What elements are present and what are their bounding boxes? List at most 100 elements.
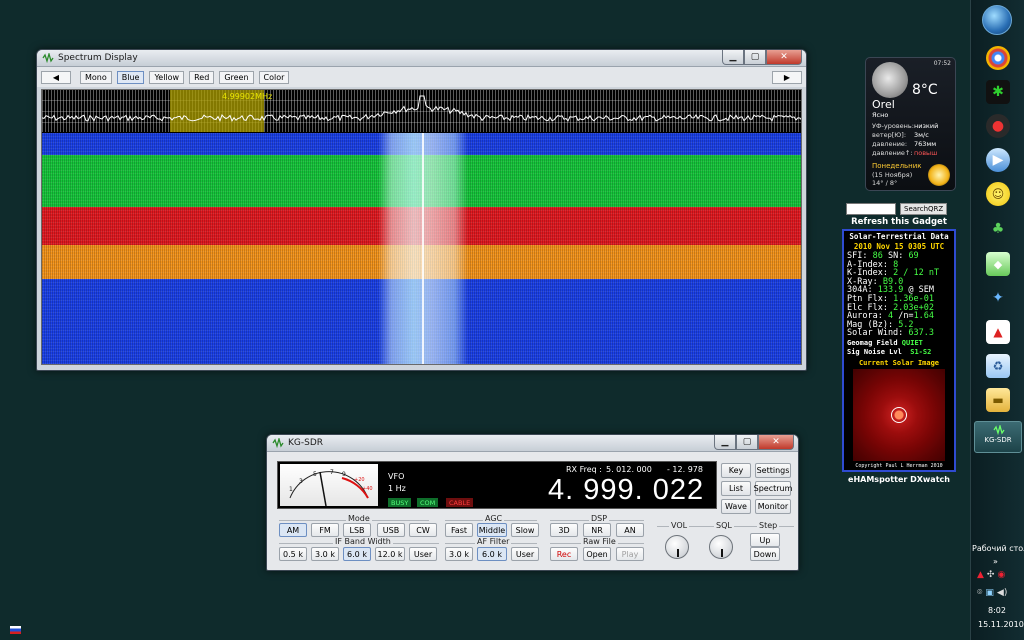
mode-usb-button[interactable]: USB (377, 523, 405, 537)
media-player-icon[interactable]: ▶ (986, 148, 1010, 172)
ladybug-icon[interactable]: ● (986, 114, 1010, 138)
folder-icon[interactable]: ▬ (986, 388, 1010, 412)
bandwidth-12-0k-button[interactable]: 12.0 k (375, 547, 405, 561)
wave-button[interactable]: Wave (721, 499, 751, 514)
volume-tray-icon[interactable]: ◀) (997, 588, 1007, 598)
step-down-button[interactable]: Down (750, 547, 780, 561)
antivirus-tray-icon[interactable]: ▲ (977, 570, 984, 580)
spectrum-view[interactable]: 4.99902MHz (41, 89, 802, 365)
alert-tray-icon[interactable]: ◉ (997, 570, 1005, 580)
maximize-button[interactable]: ▢ (736, 435, 758, 450)
display-tray-icon[interactable]: ▣ (985, 588, 994, 598)
solar-image-title: Current Solar Image (858, 359, 940, 367)
wifi-tray-icon[interactable]: ⌾ (977, 588, 982, 598)
carrier-line (422, 133, 424, 364)
weather-row-value: 3м/с (914, 131, 929, 139)
office-app-icon[interactable]: ▲ (986, 320, 1010, 344)
monitor-button[interactable]: Monitor (755, 499, 791, 514)
window-title: Spectrum Display (58, 53, 138, 63)
tree-icon[interactable]: ♣ (986, 217, 1010, 241)
qrz-search-input[interactable] (846, 203, 896, 215)
step-up-button[interactable]: Up (750, 533, 780, 547)
bandwidth-6-0k-button[interactable]: 6.0 k (343, 547, 371, 561)
waterfall-display[interactable] (42, 133, 801, 364)
volume-knob[interactable] (665, 535, 689, 559)
spectrum-plot[interactable]: 4.99902MHz (42, 90, 801, 132)
taskbar-kg-sdr[interactable]: KG-SDR (974, 421, 1022, 453)
agc-slow-button[interactable]: Slow (511, 523, 539, 537)
record-button[interactable]: Rec (550, 547, 578, 561)
mode-am-button[interactable]: AM (279, 523, 307, 537)
busy-indicator: BUSY (388, 498, 412, 507)
squelch-label: SQL (714, 521, 734, 530)
mode-fm-button[interactable]: FM (311, 523, 339, 537)
close-button[interactable]: ✕ (766, 50, 802, 65)
minimize-button[interactable]: ▁ (714, 435, 736, 450)
spectrum-button[interactable]: Spectrum (754, 481, 792, 496)
af-filter-user-button[interactable]: User (511, 547, 539, 561)
refresh-gadget-link[interactable]: Refresh this Gadget (842, 217, 956, 227)
af-filter-3-0k-button[interactable]: 3.0 k (445, 547, 473, 561)
close-button[interactable]: ✕ (758, 435, 794, 450)
cannabis-app-icon[interactable]: ✱ (986, 80, 1010, 104)
search-qrz-button[interactable]: SearchQRZ (900, 203, 948, 215)
spectrum-titlebar[interactable]: Spectrum Display ▁ ▢ ✕ (37, 50, 806, 67)
solar-terrestrial-panel[interactable]: Solar-Terrestrial Data 2010 Nov 15 0305 … (842, 229, 956, 472)
cable-indicator: CABLE (446, 498, 474, 507)
bandwidth-0-5k-button[interactable]: 0.5 k (279, 547, 307, 561)
agc-fast-button[interactable]: Fast (445, 523, 473, 537)
settings-button[interactable]: Settings (755, 463, 791, 478)
squelch-knob[interactable] (709, 535, 733, 559)
messenger-icon[interactable]: ✦ (986, 286, 1010, 310)
key-button[interactable]: Key (721, 463, 751, 478)
smiley-icon[interactable]: ☺ (986, 182, 1010, 206)
color-mode-green-button[interactable]: Green (219, 70, 254, 84)
chrome-icon[interactable] (986, 46, 1010, 70)
af-filter-6-0k-button[interactable]: 6.0 k (477, 547, 507, 561)
scroll-right-button[interactable]: ▶ (772, 70, 802, 84)
solar-panel-date: 2010 Nov 15 0305 UTC (853, 242, 945, 251)
spectrum-display-window: Spectrum Display ▁ ▢ ✕ ◀ Mono Blue Yello… (36, 49, 807, 371)
minimize-button[interactable]: ▁ (722, 50, 744, 65)
mode-cw-button[interactable]: CW (409, 523, 437, 537)
scroll-left-button[interactable]: ◀ (41, 70, 71, 84)
play-button[interactable]: Play (616, 547, 644, 561)
sdr-app-icon (993, 423, 1005, 437)
weather-row-key: давление: (872, 140, 908, 148)
weather-gadget[interactable]: 07:52 8°C Orel Ясно УФ-уровень: низкий в… (865, 57, 956, 191)
show-desktop-label[interactable]: Рабочий стол (972, 544, 1024, 553)
network-tray-icon[interactable]: ✣ (987, 570, 995, 580)
color-mode-mono-button[interactable]: Mono (80, 70, 112, 84)
dsp-an-button[interactable]: AN (616, 523, 644, 537)
sdr-titlebar[interactable]: KG-SDR ▁ ▢ ✕ (267, 435, 798, 452)
bandwidth-user-button[interactable]: User (409, 547, 437, 561)
solar-image[interactable] (853, 369, 945, 461)
weather-row: ветер[Ю]: 3м/с (872, 131, 952, 139)
agc-middle-button[interactable]: Middle (477, 523, 507, 537)
bandwidth-3-0k-button[interactable]: 3.0 k (311, 547, 339, 561)
meter-tick-label: 7 (330, 469, 334, 476)
dsp-nr-button[interactable]: NR (583, 523, 611, 537)
af-filter-group-label: AF Filter (475, 537, 512, 546)
color-mode-red-button[interactable]: Red (189, 70, 215, 84)
color-mode-yellow-button[interactable]: Yellow (149, 70, 185, 84)
language-flag-icon[interactable] (10, 626, 21, 634)
start-button[interactable] (982, 5, 1012, 35)
step-size-label: 1 Hz (388, 484, 406, 493)
clock-time[interactable]: 8:02 (988, 606, 1006, 615)
meter-tick-label: 5 (313, 471, 317, 478)
tray-expand-icon[interactable]: » (993, 557, 998, 566)
open-file-button[interactable]: Open (583, 547, 611, 561)
ehamspotter-link[interactable]: eHAMspotter DXwatch (842, 475, 956, 484)
recycle-bin-icon[interactable]: ♻ (986, 354, 1010, 378)
window-title: KG-SDR (288, 438, 324, 448)
clock-date[interactable]: 15.11.2010 (978, 620, 1024, 629)
soap-icon[interactable]: ◆ (986, 252, 1010, 276)
color-mode-color-button[interactable]: Color (258, 70, 290, 84)
dsp-3d-button[interactable]: 3D (550, 523, 578, 537)
list-button[interactable]: List (721, 481, 751, 496)
mode-lsb-button[interactable]: LSB (343, 523, 371, 537)
maximize-button[interactable]: ▢ (744, 50, 766, 65)
main-frequency[interactable]: 4. 999. 022 (548, 474, 704, 507)
color-mode-blue-button[interactable]: Blue (116, 70, 145, 84)
